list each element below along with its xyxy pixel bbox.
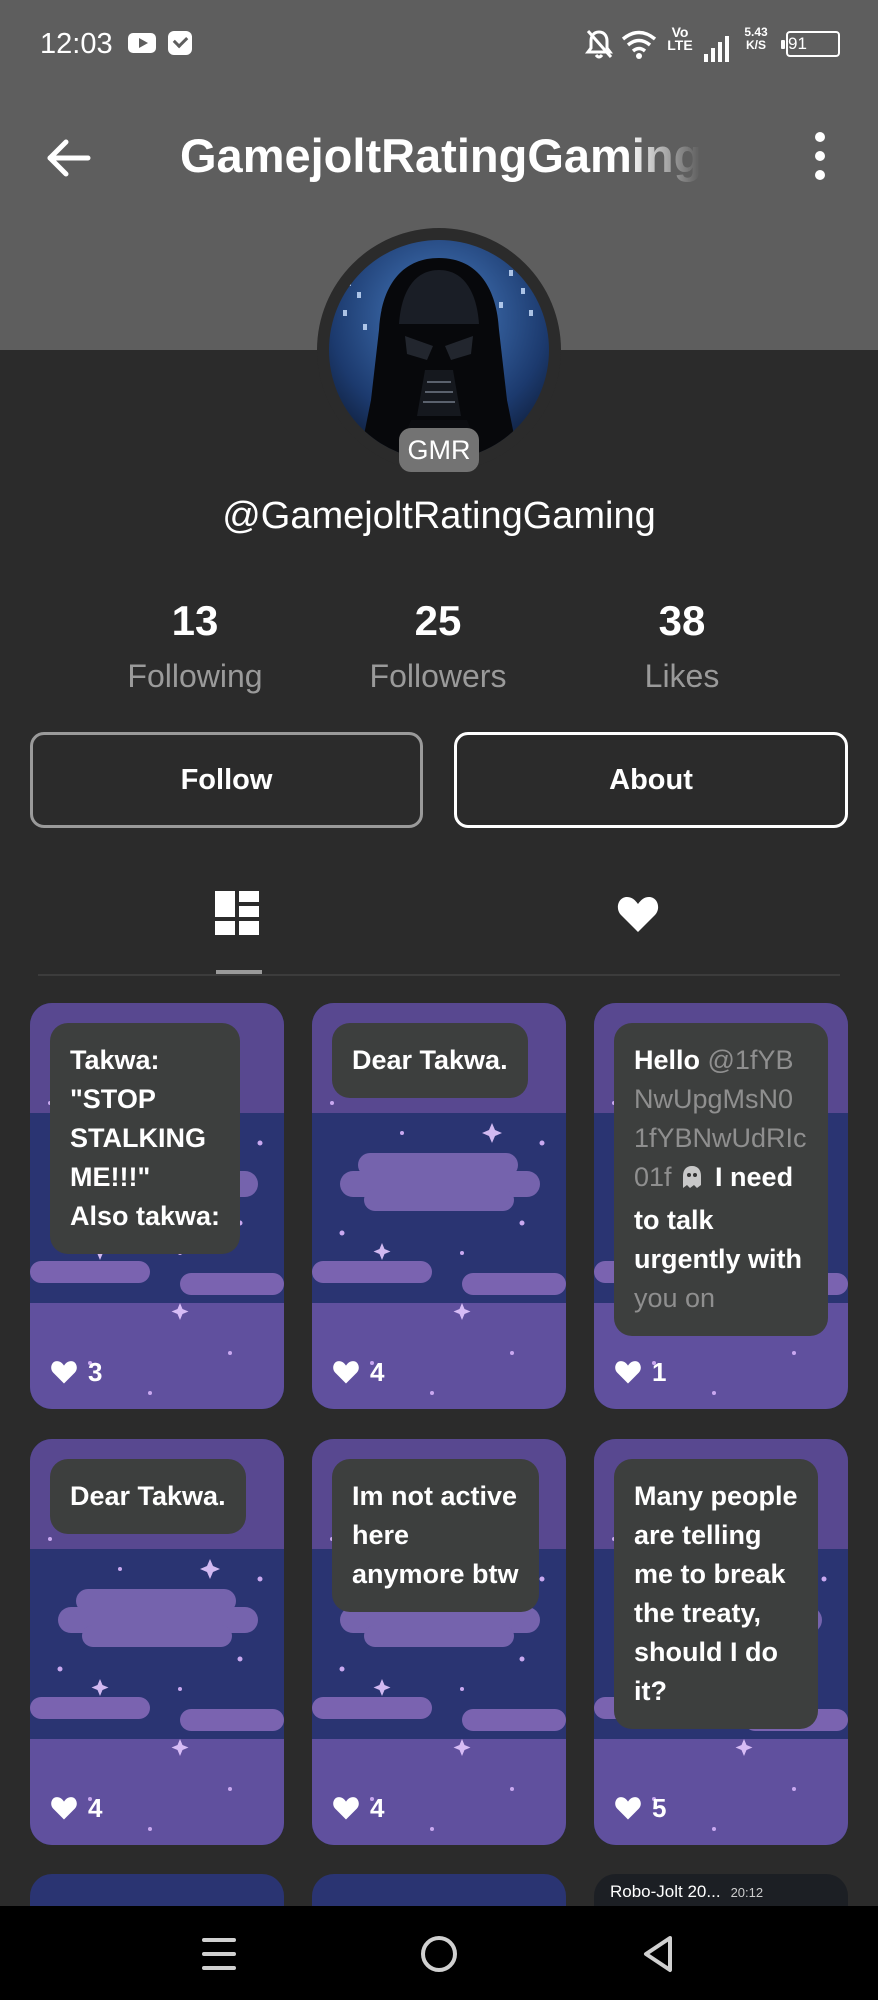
volte-bottom: LTE: [667, 37, 693, 53]
post-text-line: here: [352, 1520, 410, 1550]
battery-level: 91: [788, 34, 807, 53]
tab-posts[interactable]: [212, 888, 262, 938]
post-text-line: Many people: [634, 1481, 798, 1511]
tab-divider: [38, 974, 840, 976]
darth-vader-avatar: [329, 240, 549, 460]
about-button[interactable]: About: [454, 732, 848, 828]
follow-button[interactable]: Follow: [30, 732, 423, 828]
network-speed: 5.43 K/S: [738, 26, 774, 62]
like-count: 1: [652, 1356, 667, 1387]
bell-off-icon: [584, 26, 614, 62]
mail-check-icon: [168, 31, 192, 55]
back-triangle-icon[interactable]: [640, 1934, 676, 1974]
user-tag-badge: GMR: [399, 428, 479, 472]
post-text-line: Takwa:: [70, 1045, 160, 1075]
post-like-count[interactable]: 4: [332, 1355, 384, 1389]
post-text-line: it?: [634, 1676, 667, 1706]
home-circle-icon[interactable]: [421, 1936, 457, 1972]
post-text-lead: Hello: [634, 1045, 708, 1075]
arrow-left-icon: [47, 139, 91, 177]
post-card[interactable]: Takwa: "STOP STALKING ME!!!" Also takwa: 3: [30, 1003, 284, 1409]
heart-icon: [615, 1361, 641, 1384]
post-text-truncated: you on: [634, 1283, 716, 1313]
post-text-line: are telling: [634, 1520, 762, 1550]
following-label: Following: [127, 658, 263, 694]
battery-icon: 91: [781, 31, 840, 57]
tab-liked[interactable]: [616, 894, 660, 934]
signal-icon: [704, 26, 732, 62]
post-text-line: ME!!!": [70, 1162, 151, 1192]
peek-title: Robo-Jolt 20...: [610, 1882, 721, 1901]
post-text-line: the treaty,: [634, 1598, 762, 1628]
post-text-bubble: Takwa: "STOP STALKING ME!!!" Also takwa:: [50, 1023, 241, 1254]
like-count: 3: [88, 1356, 103, 1387]
post-card[interactable]: Many people are telling me to break the tre…: [594, 1439, 848, 1845]
system-nav-bar: [0, 1906, 878, 2000]
post-card[interactable]: Hello @1fYBNwUpgMsN01fYBNwUdRIc01f I nee…: [594, 1003, 848, 1409]
volte-indicator: Vo LTE: [666, 25, 694, 62]
post-like-count[interactable]: 4: [50, 1791, 102, 1825]
grid-layout-icon: [215, 891, 259, 935]
post-card[interactable]: Dear Takwa. 4: [312, 1003, 566, 1409]
heart-icon: [615, 1797, 641, 1820]
post-text-line: Im not active: [352, 1481, 518, 1511]
post-card[interactable]: Im not active here anymore btw 4: [312, 1439, 566, 1845]
post-text-line: me to break: [634, 1559, 786, 1589]
post-text-line: anymore btw: [352, 1559, 519, 1589]
likes-label: Likes: [644, 658, 720, 694]
like-count: 5: [652, 1792, 667, 1823]
post-text-line: "STOP: [70, 1084, 156, 1114]
post-text-line: Dear Takwa.: [352, 1045, 508, 1075]
post-text-line: should I do: [634, 1637, 778, 1667]
peek-time: 20:12: [730, 1885, 764, 1900]
post-text-bubble: Hello @1fYBNwUpgMsN01fYBNwUdRIc01f I nee…: [614, 1023, 828, 1336]
status-time: 12:03: [40, 28, 113, 60]
wifi-icon: [620, 26, 658, 62]
post-like-count[interactable]: 5: [614, 1791, 666, 1825]
heart-icon: [51, 1361, 77, 1384]
post-text-bubble: Im not active here anymore btw: [332, 1459, 539, 1612]
post-text-line: STALKING: [70, 1123, 206, 1153]
heart-icon: [51, 1797, 77, 1820]
heart-icon: [333, 1797, 359, 1820]
more-options-button[interactable]: [808, 132, 832, 180]
stat-followers[interactable]: 25 Followers: [328, 595, 548, 699]
heart-icon: [617, 897, 659, 932]
followers-count: 25: [414, 597, 462, 644]
like-count: 4: [88, 1792, 103, 1823]
post-text-bubble: Dear Takwa.: [332, 1023, 528, 1098]
menu-icon[interactable]: [202, 1938, 236, 1970]
back-button[interactable]: [40, 130, 96, 186]
post-text-bubble: Dear Takwa.: [50, 1459, 246, 1534]
post-like-count[interactable]: 3: [50, 1355, 102, 1389]
post-card[interactable]: Dear Takwa. 4: [30, 1439, 284, 1845]
like-count: 4: [370, 1792, 385, 1823]
notification-peek[interactable]: Robo-Jolt 20... 20:12: [594, 1874, 848, 1910]
post-card-peek[interactable]: [30, 1874, 284, 1910]
post-like-count[interactable]: 4: [332, 1791, 384, 1825]
likes-count: 38: [658, 597, 706, 644]
like-count: 4: [370, 1356, 385, 1387]
post-text-bubble: Many people are telling me to break the tre…: [614, 1459, 818, 1729]
more-vertical-icon: [815, 132, 825, 142]
following-count: 13: [171, 597, 219, 644]
page-title: GamejoltRatingGaming: [180, 129, 700, 182]
followers-label: Followers: [369, 658, 507, 694]
speed-unit: K/S: [745, 38, 766, 52]
stat-following[interactable]: 13 Following: [85, 595, 305, 699]
heart-icon: [333, 1361, 359, 1384]
stat-likes[interactable]: 38 Likes: [572, 595, 792, 699]
post-text-line: Dear Takwa.: [70, 1481, 226, 1511]
ghost-emoji-icon: [680, 1162, 704, 1201]
post-text-line: Also takwa:: [70, 1201, 221, 1231]
status-bar: 12:03 Vo LTE 5.43 K/S 91: [0, 0, 878, 90]
post-card-peek[interactable]: [312, 1874, 566, 1910]
username: @GamejoltRatingGaming: [222, 495, 656, 537]
youtube-icon: [128, 33, 156, 53]
post-text: Hello @1fYBNwUpgMsN01fYBNwUdRIc01f I nee…: [634, 1041, 808, 1318]
post-like-count[interactable]: 1: [614, 1355, 666, 1389]
